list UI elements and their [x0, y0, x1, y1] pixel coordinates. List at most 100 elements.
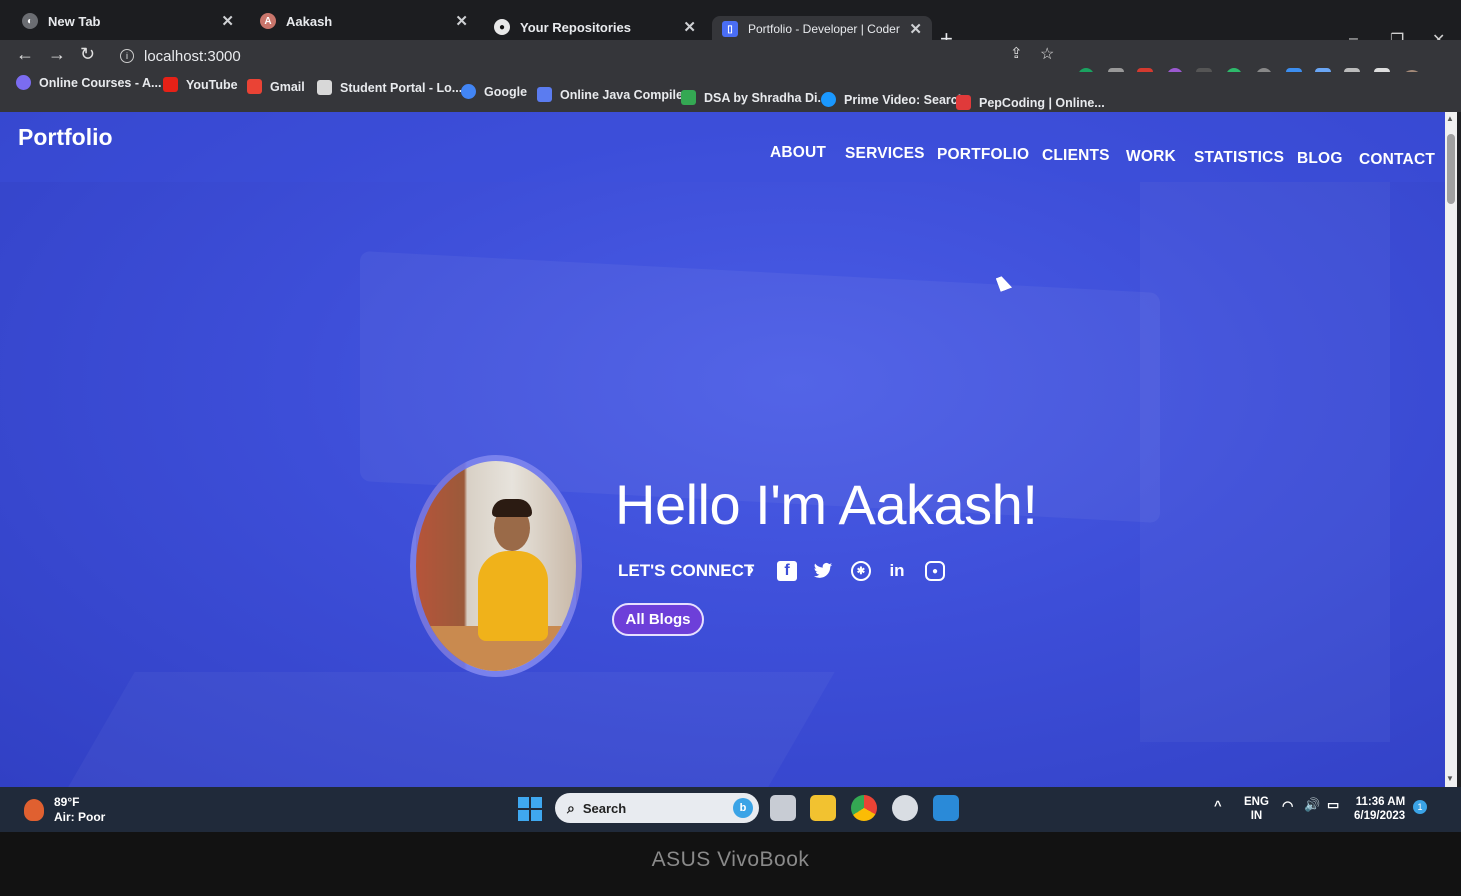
youtube-icon [163, 77, 178, 92]
gmail-icon [247, 79, 262, 94]
info-icon[interactable]: i [120, 49, 134, 63]
pepcoding-icon [956, 95, 971, 110]
nav-about[interactable]: ABOUT [770, 144, 826, 162]
clock[interactable]: 11:36 AM 6/19/2023 [1354, 795, 1405, 823]
file-explorer-icon[interactable] [810, 795, 836, 821]
close-icon[interactable]: ✕ [455, 12, 468, 30]
chevron-up-icon[interactable]: ^ [1214, 799, 1222, 813]
search-icon: ⌕ [567, 799, 575, 816]
bookmark-label: Online Java Compiler [560, 87, 688, 102]
nav-contact[interactable]: CONTACT [1359, 151, 1435, 169]
bookmark-item[interactable]: Gmail [247, 79, 305, 94]
nav-services[interactable]: SERVICES [845, 145, 925, 163]
reload-icon[interactable]: ↻ [80, 44, 95, 65]
bookmark-item[interactable]: Online Java Compiler [537, 87, 688, 102]
bookmark-item[interactable]: Prime Video: Search [821, 92, 965, 107]
tab-title: New Tab [48, 13, 101, 29]
wifi-icon[interactable]: ◠ [1282, 799, 1293, 813]
all-blogs-button[interactable]: All Blogs [612, 603, 704, 636]
screen: ◐ New Tab ✕ A Aakash ✕ ● Your Repositori… [0, 0, 1461, 832]
bookmarks-bar: Online Courses - A... YouTube Gmail Stud… [0, 72, 1461, 112]
site-logo[interactable]: Portfolio [18, 124, 113, 151]
facebook-icon[interactable]: f [777, 561, 797, 581]
taskbar-search[interactable]: ⌕ Search b [555, 793, 759, 823]
volume-icon[interactable]: 🔊 [1304, 798, 1320, 812]
profile-photo [410, 455, 582, 677]
close-icon[interactable]: ✕ [221, 12, 234, 30]
dribbble-icon[interactable]: ✱ [851, 561, 871, 581]
connect-label: LET'S CONNECT [618, 561, 755, 580]
bookmark-item[interactable]: PepCoding | Online... [956, 95, 1105, 110]
scroll-up-icon[interactable]: ▲ [1446, 114, 1454, 123]
chevron-right-icon: › [748, 559, 754, 579]
clock-app-icon[interactable] [892, 795, 918, 821]
page-scrollbar[interactable]: ▲ ▼ [1445, 112, 1457, 787]
bookmark-label: PepCoding | Online... [979, 95, 1105, 110]
tab-title: Your Repositories [520, 19, 632, 35]
windows-taskbar: 89°F Air: Poor ⌕ Search b ^ ENG IN ◠ 🔊 ▭… [0, 787, 1461, 832]
instagram-icon[interactable]: ● [925, 561, 945, 581]
share-icon[interactable]: ⇪ [1010, 44, 1023, 62]
bookmark-item[interactable]: Online Courses - A... [16, 75, 161, 90]
tab-aakash[interactable]: A Aakash ✕ [250, 4, 478, 38]
close-icon[interactable]: ✕ [683, 18, 696, 36]
tab-new-tab[interactable]: ◐ New Tab ✕ [12, 4, 244, 38]
close-icon[interactable]: ✕ [909, 20, 922, 38]
tab-portfolio[interactable]: ▯ Portfolio - Developer | Coder | Sc ✕ [712, 16, 932, 42]
nav-clients[interactable]: CLIENTS [1042, 147, 1110, 165]
background-lamp [1140, 182, 1390, 742]
scrollbar-thumb[interactable] [1447, 134, 1455, 204]
scroll-down-icon[interactable]: ▼ [1446, 774, 1454, 783]
bookmark-item[interactable]: Google [461, 84, 527, 99]
twitter-icon[interactable] [813, 561, 833, 581]
nav-statistics[interactable]: STATISTICS [1194, 149, 1284, 167]
bookmark-item[interactable]: Student Portal - Lo... [317, 80, 462, 95]
bookmark-label: Gmail [270, 79, 305, 94]
windows-start-icon[interactable] [518, 797, 542, 821]
bookmark-item[interactable]: DSA by Shradha Di... [681, 90, 828, 105]
language-top: ENG [1244, 796, 1269, 808]
tab-strip: ◐ New Tab ✕ A Aakash ✕ ● Your Repositori… [0, 0, 1461, 51]
forward-icon[interactable]: → [48, 44, 66, 65]
page-icon: ▯ [722, 21, 738, 37]
chrome-icon: ◐ [22, 13, 38, 29]
site-navbar: Portfolio ABOUT SERVICES PORTFOLIO CLIEN… [0, 112, 1445, 182]
bookmark-star-icon[interactable]: ☆ [1040, 44, 1054, 64]
google-icon [461, 84, 476, 99]
browser-toolbar: ← → ↻ i localhost:3000 ⇪ ☆ [0, 40, 1461, 72]
nav-portfolio[interactable]: PORTFOLIO [937, 146, 1029, 164]
search-label: Search [582, 800, 627, 816]
nav-blog[interactable]: BLOG [1297, 150, 1343, 168]
clock-date: 6/19/2023 [1354, 810, 1406, 822]
bookmark-item[interactable]: YouTube [163, 77, 238, 92]
task-view-icon[interactable] [770, 795, 796, 821]
bookmark-icon [16, 75, 31, 90]
back-icon[interactable]: ← [16, 44, 34, 65]
app-icon: A [260, 13, 276, 29]
weather-icon [24, 799, 44, 821]
weather-widget[interactable]: 89°F Air: Poor [24, 795, 105, 825]
vscode-icon[interactable] [933, 795, 959, 821]
github-icon: ● [494, 19, 510, 35]
chrome-icon[interactable] [851, 795, 877, 821]
url-text: localhost:3000 [144, 47, 241, 65]
address-bar[interactable]: i localhost:3000 [110, 44, 990, 68]
portal-icon [317, 80, 332, 95]
linkedin-icon[interactable]: in [887, 561, 907, 581]
bookmark-label: Google [484, 84, 528, 99]
weather-desc: Air: Poor [54, 810, 106, 824]
language-bottom: IN [1250, 810, 1263, 822]
tab-title: Aakash [286, 13, 333, 29]
tab-your-repositories[interactable]: ● Your Repositories ✕ [484, 10, 706, 44]
language-indicator[interactable]: ENG IN [1244, 795, 1269, 823]
laptop-bezel: ASUS VivoBook [0, 832, 1461, 896]
photo-hair [492, 499, 532, 517]
bookmark-label: Online Courses - A... [39, 75, 162, 90]
bing-icon[interactable]: b [733, 798, 753, 818]
portfolio-page: Portfolio ABOUT SERVICES PORTFOLIO CLIEN… [0, 112, 1445, 787]
nav-work[interactable]: WORK [1126, 148, 1176, 166]
bookmark-label: Student Portal - Lo... [340, 80, 463, 95]
bookmark-label: Prime Video: Search [844, 92, 966, 107]
notification-icon[interactable]: 1 [1413, 800, 1427, 814]
battery-icon[interactable]: ▭ [1327, 798, 1339, 812]
